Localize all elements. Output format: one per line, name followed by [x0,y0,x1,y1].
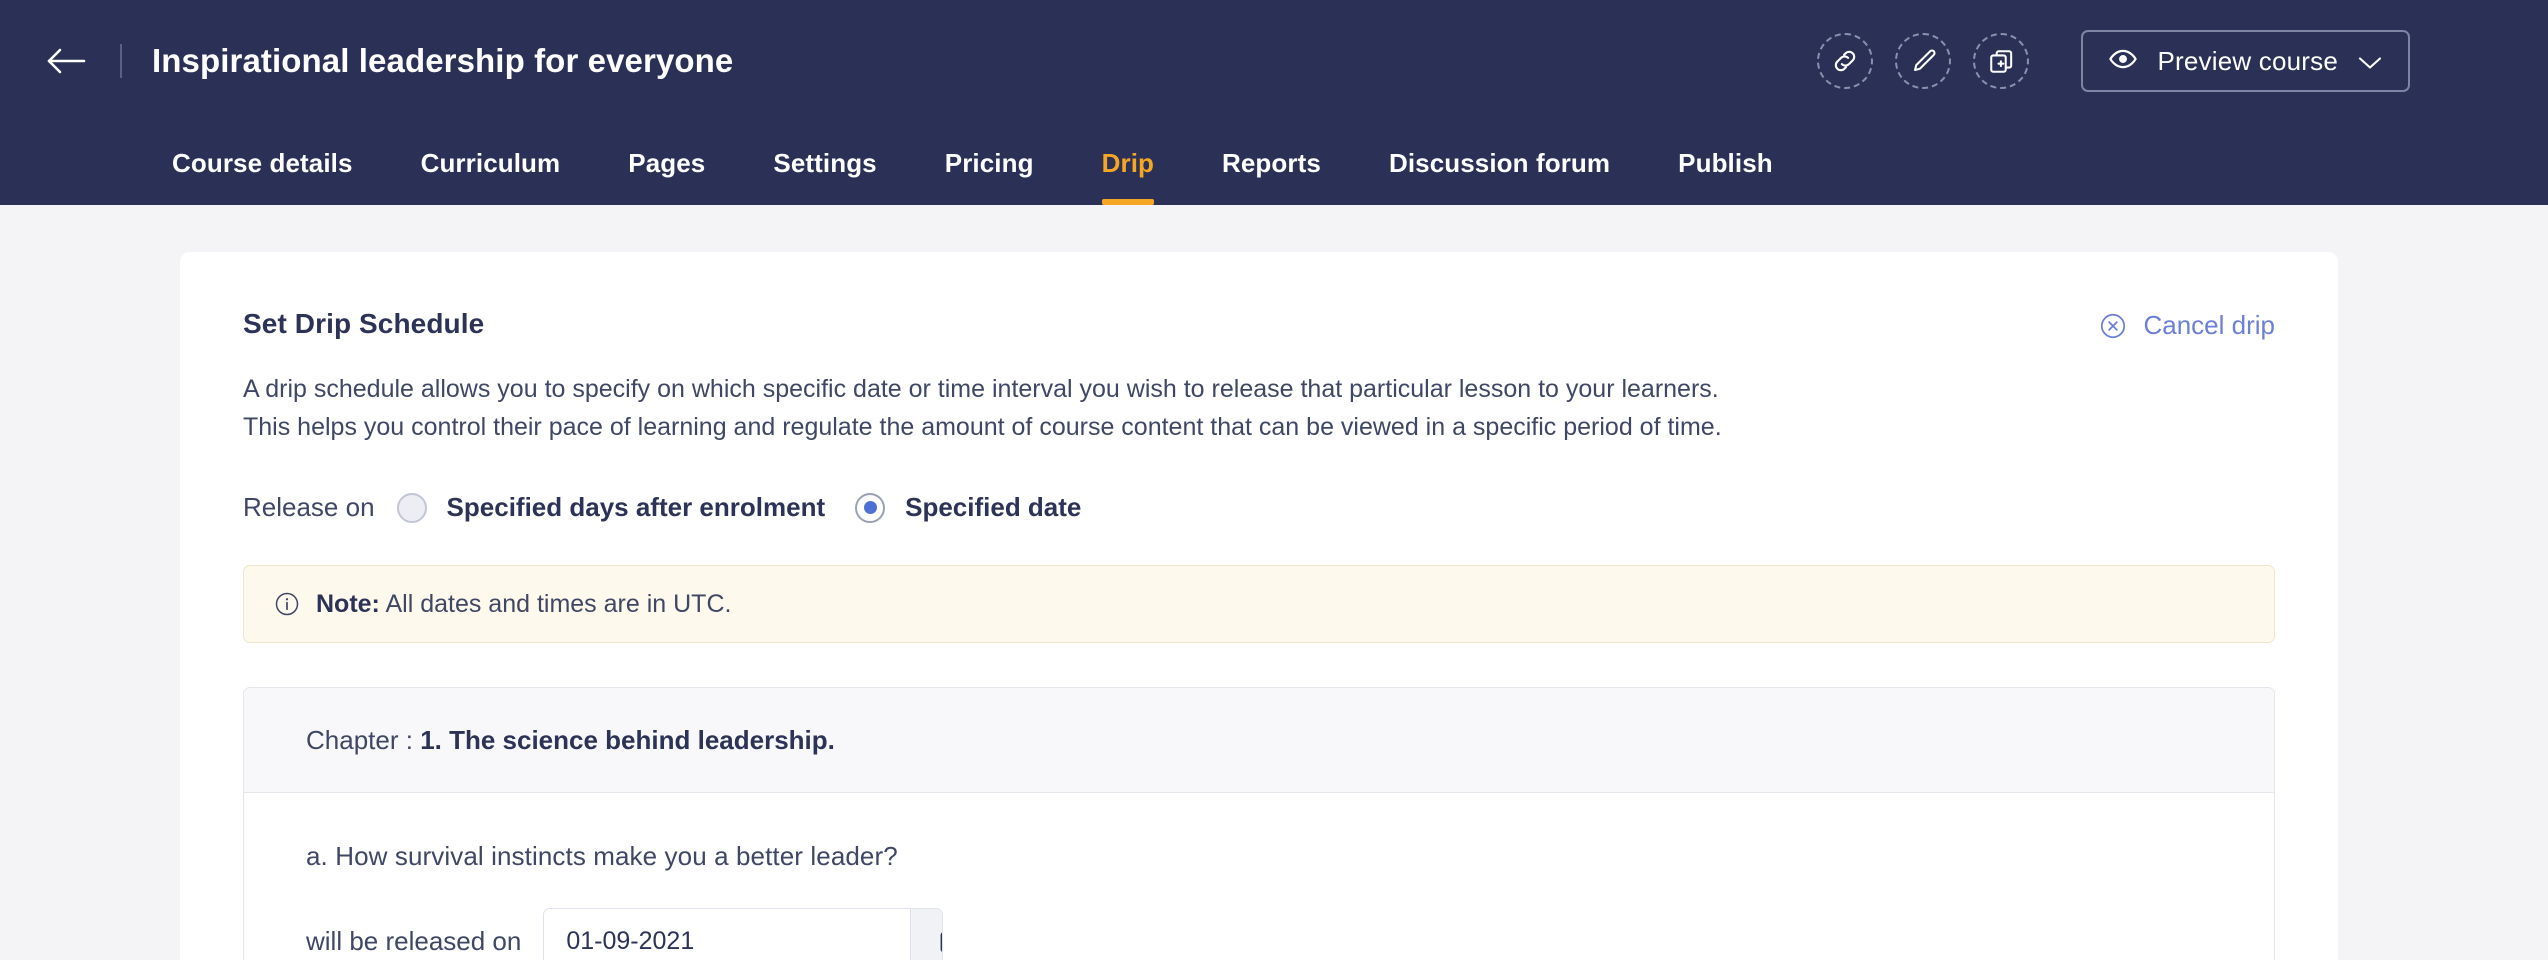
release-date-input[interactable] [544,909,910,960]
tab-drip[interactable]: Drip [1102,148,1154,205]
back-arrow-icon[interactable] [40,35,92,87]
radio-label-specified-date: Specified date [905,492,1081,523]
will-be-released-on-label: will be released on [306,926,521,957]
open-datepicker-button[interactable] [910,909,943,960]
tab-reports[interactable]: Reports [1222,148,1321,205]
tab-publish[interactable]: Publish [1678,148,1773,205]
card-title: Set Drip Schedule [243,308,484,340]
header-divider [120,44,122,78]
chapter-header: Chapter : 1. The science behind leadersh… [244,688,2274,793]
pencil-icon [1909,47,1938,76]
utc-note-banner: Note: All dates and times are in UTC. [243,565,2275,643]
cancel-drip-button[interactable]: Cancel drip [2099,310,2275,341]
note-prefix: Note: [316,590,380,618]
lesson-row: a. How survival instincts make you a bet… [244,793,2274,960]
tab-settings[interactable]: Settings [773,148,876,205]
note-body: All dates and times are in UTC. [385,590,731,618]
radio-specified-date[interactable]: Specified date [855,492,1081,523]
link-icon [1830,46,1860,76]
release-on-label: Release on [243,492,375,523]
preview-course-label: Preview course [2157,46,2338,77]
release-on-row: Release on Specified days after enrolmen… [243,492,2275,523]
drip-schedule-card: Set Drip Schedule Cancel drip A drip sch… [180,252,2338,960]
app-header: Inspirational leadership for everyone [0,0,2548,205]
preview-course-button[interactable]: Preview course [2081,30,2410,92]
note-text: Note: All dates and times are in UTC. [316,590,731,619]
tab-curriculum[interactable]: Curriculum [421,148,561,205]
calendar-icon [938,927,944,955]
radio-specified-days-after-enrolment[interactable]: Specified days after enrolment [397,492,826,523]
date-input-group [543,908,943,960]
page-title: Inspirational leadership for everyone [152,42,733,80]
header-title-row: Inspirational leadership for everyone [0,0,2548,122]
chapter-container: Chapter : 1. The science behind leadersh… [243,687,2275,960]
chevron-down-icon [2358,46,2382,77]
radio-label-days-after-enrolment: Specified days after enrolment [447,492,826,523]
eye-icon [2109,46,2137,77]
card-description: A drip schedule allows you to specify on… [243,371,1763,446]
info-icon [274,591,300,617]
edit-course-button[interactable] [1895,33,1951,89]
course-nav-tabs: Course details Curriculum Pages Settings… [0,122,2548,205]
card-header: Set Drip Schedule Cancel drip [243,308,2275,341]
tab-pricing[interactable]: Pricing [945,148,1034,205]
lesson-title: a. How survival instincts make you a bet… [306,841,2274,872]
duplicate-icon [1987,47,2016,76]
copy-link-button[interactable] [1817,33,1873,89]
lesson-release-row: will be released on [306,908,2274,960]
radio-indicator-selected [855,493,885,523]
page-body: Set Drip Schedule Cancel drip A drip sch… [0,205,2548,960]
tab-course-details[interactable]: Course details [172,148,353,205]
header-actions: Preview course [1817,30,2410,92]
chapter-name: 1. The science behind leadership. [420,725,835,755]
cancel-drip-label: Cancel drip [2143,310,2275,341]
chapter-label: Chapter : [306,725,413,755]
radio-indicator-unselected [397,493,427,523]
close-circle-icon [2099,312,2127,340]
tab-pages[interactable]: Pages [628,148,705,205]
tab-discussion-forum[interactable]: Discussion forum [1389,148,1610,205]
duplicate-course-button[interactable] [1973,33,2029,89]
